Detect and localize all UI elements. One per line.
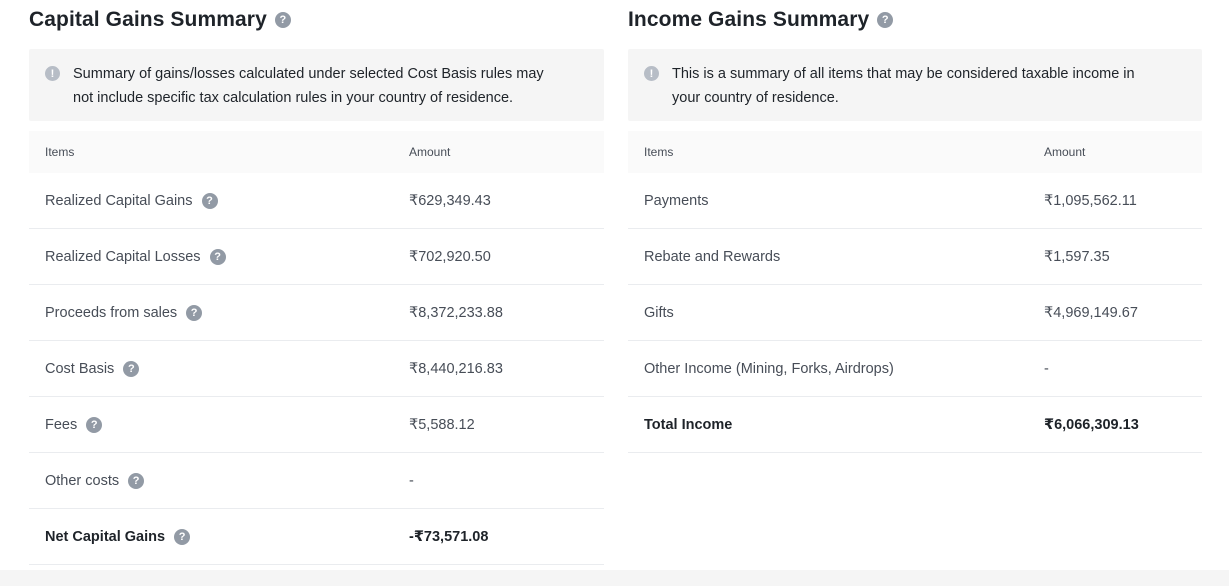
row-value: ₹5,588.12 xyxy=(409,417,475,433)
row-label: Net Capital Gains xyxy=(45,529,166,545)
row-value: ₹6,066,309.13 xyxy=(1044,417,1139,433)
help-icon[interactable]: ? xyxy=(128,473,145,489)
column-header-amount: Amount xyxy=(1044,145,1086,159)
row-value: ₹4,969,149.67 xyxy=(1044,305,1138,321)
table-row: Rebate and Rewards ₹1,597.35 xyxy=(628,229,1202,285)
row-value: ₹8,440,216.83 xyxy=(409,361,503,377)
help-icon[interactable]: ? xyxy=(123,361,140,377)
help-icon[interactable]: ? xyxy=(274,12,291,28)
row-label: Other Income (Mining, Forks, Airdrops) xyxy=(644,361,894,377)
table-row-total: Total Income ₹6,066,309.13 xyxy=(628,397,1202,453)
income-gains-header: Income Gains Summary ? xyxy=(628,0,1202,40)
table-row: Payments ₹1,095,562.11 xyxy=(628,173,1202,229)
row-value: - xyxy=(1044,361,1049,377)
row-value: ₹629,349.43 xyxy=(409,193,491,209)
table-row: Cost Basis? ₹8,440,216.83 xyxy=(29,341,604,397)
row-label: Payments xyxy=(644,193,709,209)
capital-gains-notice: ! Summary of gains/losses calculated und… xyxy=(29,49,604,121)
row-value: ₹702,920.50 xyxy=(409,249,491,265)
income-gains-table: Items Amount Payments ₹1,095,562.11 Reba… xyxy=(628,131,1202,453)
capital-gains-title: Capital Gains Summary xyxy=(29,8,267,31)
page-bottom-strip xyxy=(0,570,1229,586)
table-row: Other costs? - xyxy=(29,453,604,509)
income-gains-notice: ! This is a summary of all items that ma… xyxy=(628,49,1202,121)
help-icon[interactable]: ? xyxy=(174,529,191,545)
row-label: Rebate and Rewards xyxy=(644,249,781,265)
table-header: Items Amount xyxy=(29,131,604,173)
table-row: Realized Capital Gains? ₹629,349.43 xyxy=(29,173,604,229)
row-label: Realized Capital Gains xyxy=(45,193,193,209)
help-icon[interactable]: ? xyxy=(209,249,226,265)
table-row: Realized Capital Losses? ₹702,920.50 xyxy=(29,229,604,285)
notice-text: This is a summary of all items that may … xyxy=(672,66,1135,106)
table-row: Gifts ₹4,969,149.67 xyxy=(628,285,1202,341)
row-label: Total Income xyxy=(644,417,733,433)
info-icon: ! xyxy=(45,66,60,81)
row-label: Proceeds from sales xyxy=(45,305,178,321)
row-value: -₹73,571.08 xyxy=(409,529,489,545)
row-label: Cost Basis xyxy=(45,361,115,377)
row-value: ₹1,095,562.11 xyxy=(1044,193,1137,209)
capital-gains-table: Items Amount Realized Capital Gains? ₹62… xyxy=(29,131,604,565)
row-value: - xyxy=(409,473,414,489)
notice-text: Summary of gains/losses calculated under… xyxy=(73,66,544,106)
table-row: Other Income (Mining, Forks, Airdrops) - xyxy=(628,341,1202,397)
row-label: Other costs xyxy=(45,473,120,489)
column-header-amount: Amount xyxy=(409,145,451,159)
help-icon[interactable]: ? xyxy=(877,12,894,28)
row-label: Realized Capital Losses xyxy=(45,249,201,265)
table-header: Items Amount xyxy=(628,131,1202,173)
help-icon[interactable]: ? xyxy=(201,193,218,209)
row-label: Gifts xyxy=(644,305,674,321)
table-row-total: Net Capital Gains? -₹73,571.08 xyxy=(29,509,604,565)
info-icon: ! xyxy=(644,66,659,81)
row-label: Fees xyxy=(45,417,78,433)
table-row: Proceeds from sales? ₹8,372,233.88 xyxy=(29,285,604,341)
row-value: ₹8,372,233.88 xyxy=(409,305,503,321)
capital-gains-header: Capital Gains Summary ? xyxy=(29,0,604,40)
column-header-items: Items xyxy=(644,145,674,159)
table-row: Fees? ₹5,588.12 xyxy=(29,397,604,453)
row-value: ₹1,597.35 xyxy=(1044,249,1110,265)
income-gains-title: Income Gains Summary xyxy=(628,8,870,31)
capital-gains-panel: Capital Gains Summary ? ! Summary of gai… xyxy=(29,0,604,565)
help-icon[interactable]: ? xyxy=(86,417,103,433)
income-gains-panel: Income Gains Summary ? ! This is a summa… xyxy=(628,0,1202,453)
column-header-items: Items xyxy=(45,145,75,159)
help-icon[interactable]: ? xyxy=(186,305,203,321)
